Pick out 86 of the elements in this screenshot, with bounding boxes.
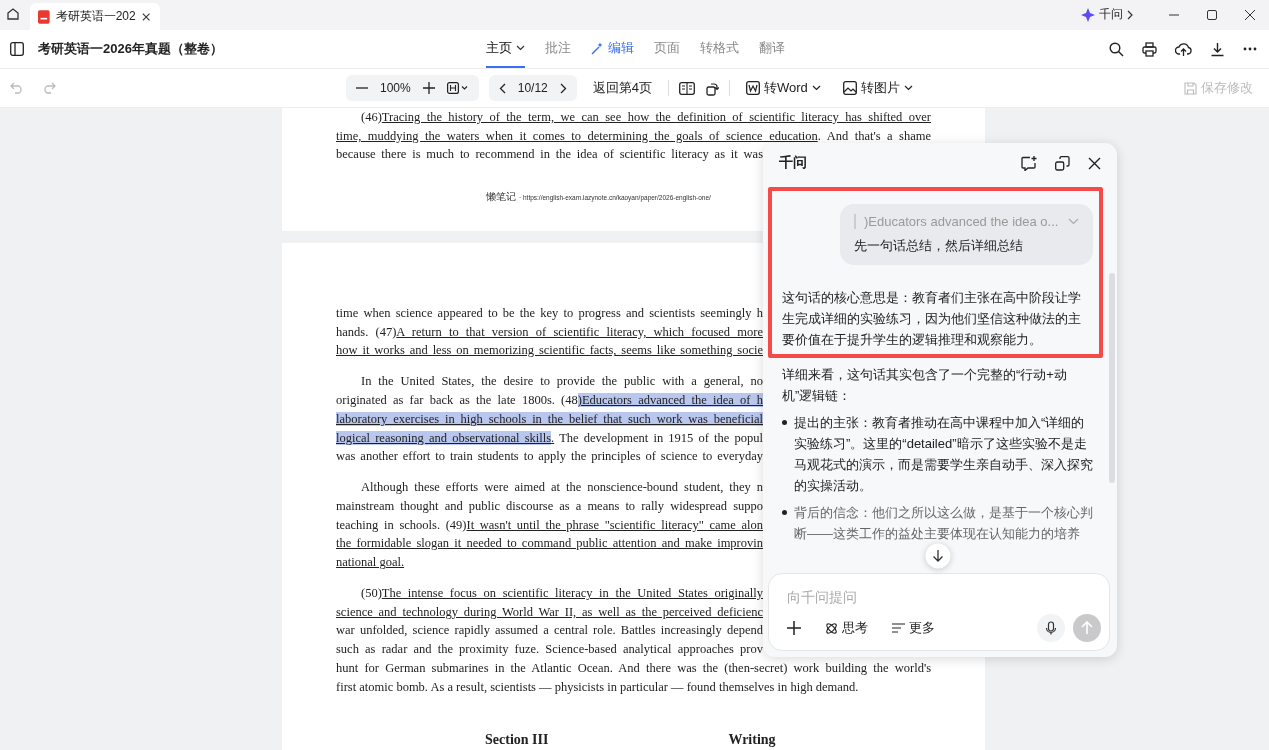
pop-out-icon[interactable] xyxy=(1055,155,1070,171)
text-line: hunt for German submarines in the Atlantic Ocean. And there was the (then-secret) work building the world's xyxy=(336,659,931,677)
back-to-page-button[interactable]: 返回第4页 xyxy=(586,79,658,97)
word-document-icon xyxy=(745,81,760,95)
text-line: war unfolded, science rapidly assumed a central role. Battles increasingly depend xyxy=(336,622,763,640)
microphone-icon[interactable] xyxy=(1037,614,1065,642)
answer-bullet: 提出的主张：教育者推动在高中课程中加入“详细的实验练习”。这里的“detailed”暗示了这些实验不是走马观花式的演示，而是需要学生亲自动手、深入探究的实操活动。 xyxy=(794,414,1094,495)
text-line: how it works and less on memorizing scientific facts, seems like something socie xyxy=(336,342,763,360)
two-page-icon[interactable] xyxy=(678,81,695,95)
save-icon xyxy=(1184,81,1197,95)
quoted-text: )Educators advanced the idea o... xyxy=(864,214,1060,229)
download-icon[interactable] xyxy=(1210,41,1225,57)
text-line: was another effort to train students to apply the principles of science to everyday xyxy=(336,448,763,466)
bullet-icon xyxy=(782,420,787,425)
answer-bullet: 背后的信念：他们之所以这么做，是基于一个核心判断——这类工作的益处主要体现在认知能力的培养 xyxy=(794,504,1094,543)
text-line: the formidable slogan it needed to command public attention and make improvin xyxy=(336,535,763,553)
sidebar-icon[interactable] xyxy=(10,42,24,56)
printer-icon[interactable] xyxy=(1142,41,1157,57)
close-icon[interactable] xyxy=(1088,156,1101,170)
new-chat-icon[interactable] xyxy=(1021,155,1037,171)
text-line: time, muddying the waters when it comes to determining the goals of science education. And that's a shame xyxy=(336,127,931,145)
lines-icon xyxy=(892,623,905,633)
pdf-file-icon xyxy=(38,8,50,25)
convert-to-image-button[interactable]: 转图片 xyxy=(836,79,919,97)
tab-title: 考研英语一202 xyxy=(55,8,136,25)
section-heading: Writing xyxy=(728,732,776,749)
close-icon[interactable] xyxy=(141,11,150,22)
text-line: mainstream thought and public discourse as a means to rally widespread suppo xyxy=(336,497,763,515)
sparkle-icon xyxy=(1081,7,1095,22)
ribbon-tab[interactable]: 批注 xyxy=(545,30,571,68)
text-line: because there is much to recommend in the idea of scientific literacy as it was xyxy=(336,146,763,164)
question-input[interactable]: 向千问提问 思考 更多 xyxy=(768,573,1110,651)
answer-intro: 详细来看，这句话其实包含了一个完整的“行动+动机”逻辑链： xyxy=(782,366,1068,405)
maximize-icon[interactable] xyxy=(1207,10,1217,20)
ribbon-tab[interactable]: 编辑 xyxy=(591,30,634,68)
ribbon-tab[interactable]: 主页 xyxy=(486,30,525,68)
section-heading: Section III xyxy=(485,732,549,749)
rotate-icon[interactable] xyxy=(704,80,719,96)
fit-width-icon[interactable] xyxy=(446,82,469,94)
text-line: (50)The intense focus on scientific literacy in the United States originally xyxy=(360,585,763,603)
text-line: such as radar and the proximity fuze. Science-based analytical approaches prov xyxy=(336,641,763,659)
ribbon-tab[interactable]: 翻译 xyxy=(759,30,785,68)
assistant-badge[interactable]: 千问 xyxy=(1081,6,1133,23)
document-title: 考研英语一2026年真题（整卷） xyxy=(38,40,223,58)
more-icon[interactable] xyxy=(1243,47,1257,51)
page-indicator: 10/12 xyxy=(517,81,548,95)
convert-to-word-button[interactable]: 转Word xyxy=(739,79,827,97)
text-line: In the United States, the desire to provide the public with a general, no xyxy=(360,373,763,391)
text-line: first atomic bomb. As a result, scientists — physicists in particular — found themselves in high demand. xyxy=(336,678,859,696)
text-line: teaching in schools. (49)It wasn't until the phrase "scientific literacy" came alon xyxy=(336,516,763,534)
cloud-upload-icon[interactable] xyxy=(1175,41,1192,57)
text-line: hands. (47)A return to that version of scientific literacy, which focused more xyxy=(336,323,763,341)
text-line: logical reasoning and observational skills. The development in 1915 of the popul xyxy=(336,429,763,447)
text-line: national goal. xyxy=(336,554,405,572)
zoom-level: 100% xyxy=(380,81,411,95)
next-page-icon[interactable] xyxy=(559,82,567,94)
think-button[interactable]: 思考 xyxy=(825,619,868,637)
question-text: 先一句话总结，然后详细总结 xyxy=(854,237,1024,255)
image-icon xyxy=(842,81,857,95)
chevron-right-icon xyxy=(1127,9,1133,20)
text-line: time when science appeared to be the key to progress and scientists seemingly h xyxy=(336,305,763,322)
scroll-down-button[interactable] xyxy=(925,543,951,569)
caret-icon xyxy=(903,85,913,91)
text-line: Although these efforts were aimed at the nonscience-bound student, they n xyxy=(360,479,763,497)
previous-page-icon[interactable] xyxy=(498,82,506,94)
text-line: originated as far back as the late 1800s. (48)Educators advanced the idea of h xyxy=(336,392,763,410)
atom-icon xyxy=(825,621,838,635)
ribbon-tab[interactable]: 页面 xyxy=(654,30,680,68)
search-icon[interactable] xyxy=(1109,41,1124,57)
plus-icon[interactable] xyxy=(787,621,801,635)
caret-icon xyxy=(516,45,525,51)
answer-summary: 这句话的核心意思是：教育者们主张在高中阶段让学生完成详细的实验练习，因为他们坚信这种做法的主要价值在于提升学生的逻辑推理和观察能力。 xyxy=(782,289,1082,349)
scrollbar-thumb[interactable] xyxy=(1109,273,1115,483)
magic-wand-icon xyxy=(591,41,604,55)
panel-title: 千问 xyxy=(779,154,807,172)
text-line: (46)Tracing the history of the term, we can see how the definition of scientific literacy has shifted over xyxy=(360,109,931,126)
more-button[interactable]: 更多 xyxy=(892,619,935,637)
text-line: science and technology during World War II, as well as the perceived deficienc xyxy=(336,603,763,621)
ribbon-tab[interactable]: 转格式 xyxy=(700,30,739,68)
bullet-icon xyxy=(782,510,787,515)
home-icon[interactable] xyxy=(6,7,20,21)
caret-icon xyxy=(811,85,821,91)
close-icon[interactable] xyxy=(1245,10,1255,20)
document-tab[interactable]: 考研英语一202 xyxy=(30,3,160,30)
source-label: 懒笔记 xyxy=(486,190,516,205)
zoom-in-icon[interactable] xyxy=(422,82,435,94)
